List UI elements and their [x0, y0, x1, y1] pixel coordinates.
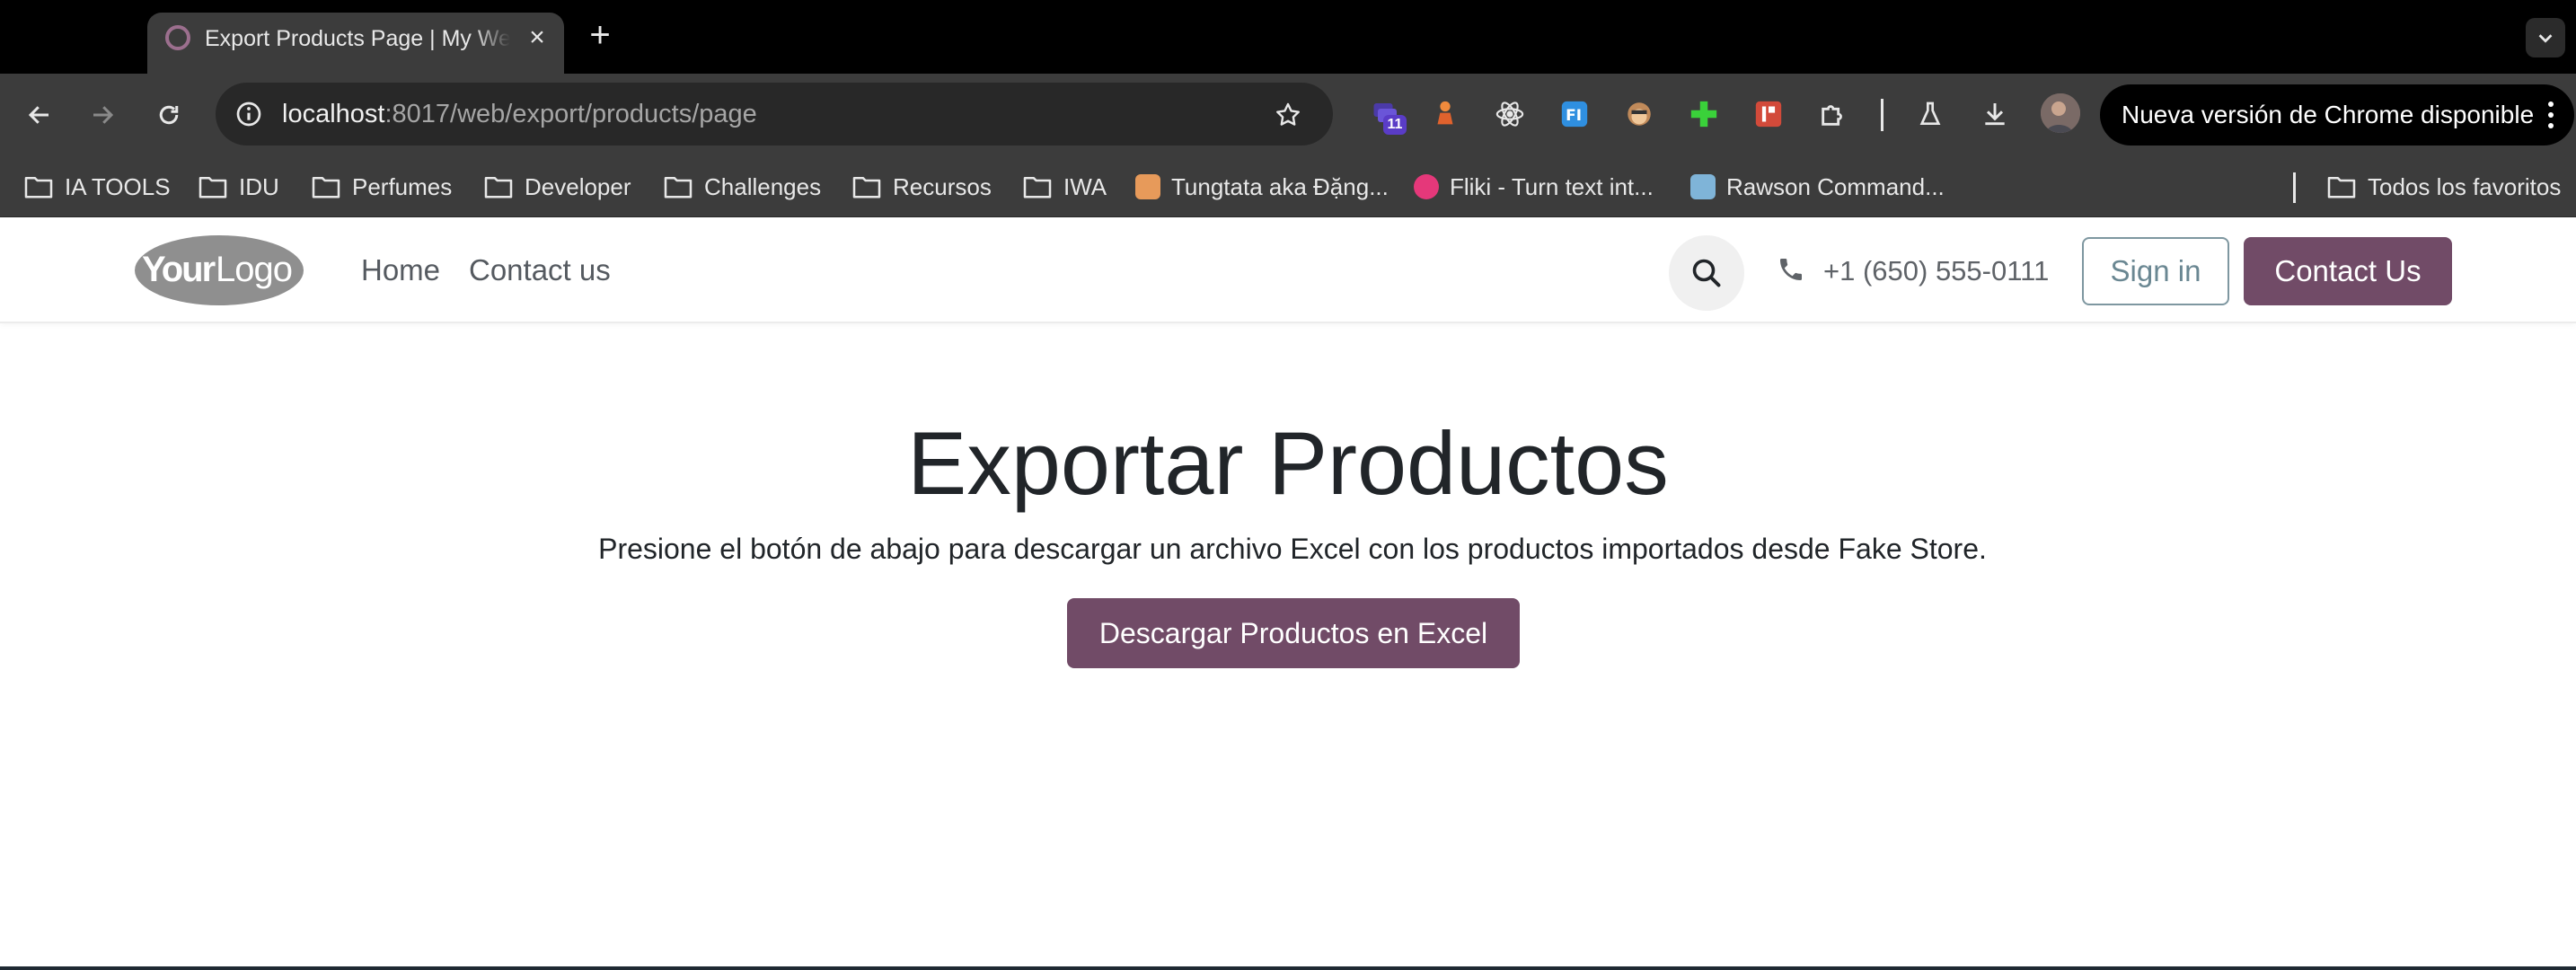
- bookmark-label: Developer: [525, 172, 631, 200]
- bookmark-recursos[interactable]: Recursos: [851, 165, 992, 208]
- bookmark-label: Fliki - Turn text int...: [1450, 172, 1654, 200]
- bookmark-rawson[interactable]: Rawson Command...: [1690, 165, 1945, 208]
- bookmarks-bar: IA TOOLS IDU Perfumes Developer Challeng…: [0, 156, 2576, 217]
- nav-contact-us-link[interactable]: Contact us: [469, 251, 611, 289]
- kebab-menu-icon[interactable]: [2540, 99, 2562, 131]
- puzzle-extensions-icon[interactable]: [1813, 93, 1854, 135]
- forward-arrow-icon[interactable]: [81, 93, 124, 137]
- bookmark-fliki[interactable]: Fliki - Turn text int...: [1414, 165, 1654, 208]
- bookmark-developer[interactable]: Developer: [483, 165, 631, 208]
- folder-icon: [1023, 176, 1052, 198]
- address-bar[interactable]: localhost:8017/web/export/products/page: [216, 83, 1333, 146]
- bookmark-star-icon[interactable]: [1268, 95, 1308, 135]
- site-logo[interactable]: Your Logo: [133, 234, 305, 307]
- odoo-circle-icon: [165, 25, 190, 50]
- svg-text:Logo: Logo: [216, 250, 292, 289]
- svg-text:Your: Your: [142, 250, 216, 289]
- bookmark-ia-tools[interactable]: IA TOOLS: [23, 165, 171, 208]
- bookmark-iwa[interactable]: IWA: [1022, 165, 1107, 208]
- browser-toolbar: localhost:8017/web/export/products/page …: [0, 74, 2576, 156]
- red-square-extension-icon[interactable]: [1748, 93, 1789, 135]
- folder-icon: [484, 176, 513, 198]
- fl-extension-icon[interactable]: FI: [1554, 93, 1595, 135]
- rawson-favicon-icon: [1690, 174, 1716, 199]
- chrome-update-label: Nueva versión de Chrome disponible: [2122, 101, 2535, 128]
- bookmark-challenges[interactable]: Challenges: [663, 165, 821, 208]
- bookmark-label: Challenges: [704, 172, 822, 200]
- nav-home-link[interactable]: Home: [361, 251, 440, 289]
- bookmark-label: Rawson Command...: [1726, 172, 1945, 200]
- chess-pawn-extension-icon[interactable]: [1425, 93, 1466, 135]
- bookmark-all-favorites[interactable]: Todos los favoritos: [2326, 165, 2561, 208]
- folder-icon: [664, 176, 693, 198]
- phone-icon: [1777, 255, 1805, 284]
- profile-avatar[interactable]: [2041, 93, 2080, 133]
- bookmark-label: Recursos: [893, 172, 992, 200]
- bookmarks-divider: [2293, 172, 2296, 203]
- extension-badge: 11: [1383, 115, 1407, 135]
- browser-tab-strip: Export Products Page | My Website × +: [0, 0, 2576, 74]
- tab-title: Export Products Page | My Website: [205, 26, 510, 51]
- contact-us-button[interactable]: Contact Us: [2244, 237, 2452, 305]
- chrome-update-button[interactable]: Nueva versión de Chrome disponible: [2100, 84, 2574, 146]
- sign-in-button[interactable]: Sign in: [2082, 237, 2229, 305]
- labs-flask-icon[interactable]: [1910, 93, 1951, 135]
- site-favicon-icon: [1135, 174, 1160, 199]
- bookmark-label: Perfumes: [352, 172, 453, 200]
- site-header: Your Logo Home Contact us +1 (650) 555-0…: [0, 217, 2576, 323]
- bookmark-label: IWA: [1063, 172, 1107, 200]
- folder-icon: [312, 176, 340, 198]
- folder-icon: [24, 176, 53, 198]
- toolbar-divider: [1881, 99, 1883, 131]
- green-plus-extension-icon[interactable]: [1683, 93, 1725, 135]
- folder-icon: [2327, 176, 2356, 198]
- folder-icon: [852, 176, 881, 198]
- react-devtools-icon[interactable]: [1489, 93, 1531, 135]
- bookmark-label: Todos los favoritos: [2368, 172, 2562, 200]
- reload-icon[interactable]: [147, 93, 190, 137]
- phone-number[interactable]: +1 (650) 555-0111: [1823, 253, 2049, 289]
- bookmark-idu[interactable]: IDU: [198, 165, 279, 208]
- folder-icon: [198, 176, 227, 198]
- new-tab-icon[interactable]: +: [584, 17, 616, 53]
- search-icon: [1692, 259, 1721, 287]
- url-text[interactable]: localhost:8017/web/export/products/page: [282, 97, 757, 131]
- page-description: Presione el botón de abajo para descarga…: [598, 533, 1987, 565]
- url-path: :8017/web/export/products/page: [384, 100, 757, 128]
- back-arrow-icon[interactable]: [18, 93, 61, 137]
- site-search-button[interactable]: [1669, 235, 1744, 311]
- site-info-icon[interactable]: [228, 93, 269, 135]
- download-excel-button[interactable]: Descargar Productos en Excel: [1067, 598, 1520, 668]
- fliki-favicon-icon: [1414, 174, 1439, 199]
- bookmark-label: IA TOOLS: [65, 172, 171, 200]
- download-icon[interactable]: [1974, 93, 2016, 135]
- tab-search-chevron-icon[interactable]: [2526, 18, 2565, 57]
- browser-tab[interactable]: Export Products Page | My Website ×: [147, 13, 564, 74]
- bookmark-label: IDU: [239, 172, 279, 200]
- close-tab-icon[interactable]: ×: [523, 23, 551, 52]
- bookmark-label: Tungtata aka Đặng...: [1171, 172, 1389, 200]
- page-title: Exportar Productos: [907, 413, 1669, 513]
- bottom-edge: [0, 966, 2576, 970]
- svg-text:FI: FI: [1566, 107, 1582, 125]
- url-host: localhost: [282, 100, 385, 128]
- stack-extension-icon[interactable]: 11: [1365, 93, 1407, 135]
- monkey-extension-icon[interactable]: [1619, 93, 1660, 135]
- bookmark-tungtata[interactable]: Tungtata aka Đặng...: [1135, 165, 1389, 208]
- bookmark-perfumes[interactable]: Perfumes: [311, 165, 452, 208]
